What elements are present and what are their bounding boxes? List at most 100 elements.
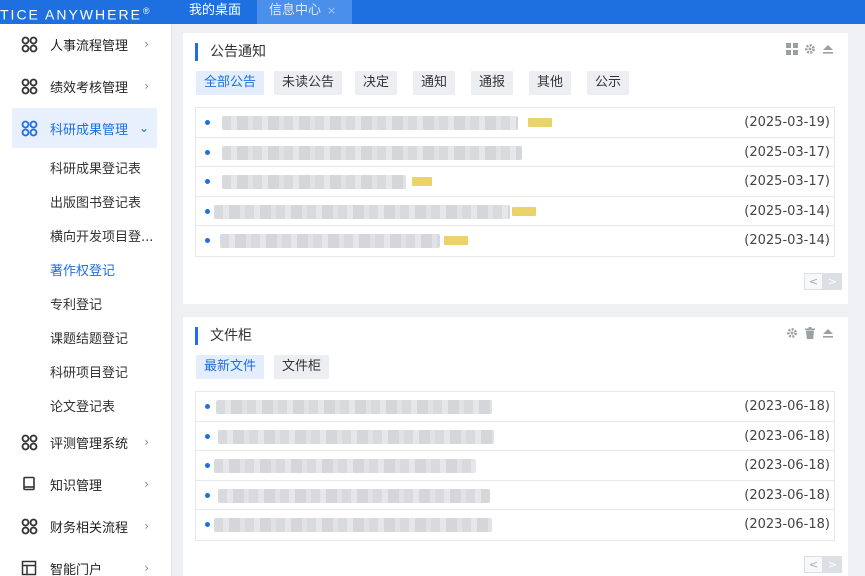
- filter-notice[interactable]: 通知: [413, 71, 456, 95]
- brand-registered-mark: ®: [142, 6, 152, 16]
- cluster-icon: [20, 77, 38, 95]
- filter-all-notices[interactable]: 全部公告: [196, 71, 265, 95]
- list-item[interactable]: (2025-03-17): [196, 167, 834, 197]
- sidebar-subitem[interactable]: 出版图书登记表: [50, 192, 141, 211]
- tab-my-desktop[interactable]: 我的桌面: [177, 0, 257, 24]
- sidebar-subitem[interactable]: 横向开发项目登...: [50, 226, 153, 245]
- notice-list: (2025-03-19) (2025-03-17) (2025-03-17) (…: [195, 107, 835, 257]
- redacted-title: [218, 429, 494, 444]
- sidebar-item-research[interactable]: 科研成果管理 ⌄: [12, 108, 157, 148]
- filter-latest-files[interactable]: 最新文件: [196, 355, 265, 379]
- item-date: (2023-06-18): [744, 399, 830, 414]
- trash-icon[interactable]: [804, 327, 816, 343]
- bullet-dot: [205, 238, 210, 243]
- brand-text: TICE ANYWHERE: [0, 6, 142, 23]
- redacted-title: [218, 488, 490, 503]
- filter-bulletin[interactable]: 通报: [471, 71, 514, 95]
- bullet-dot: [205, 433, 210, 439]
- sidebar-subitem[interactable]: 课题结题登记: [50, 328, 128, 347]
- close-icon[interactable]: ×: [327, 4, 336, 17]
- item-date: (2023-06-18): [744, 458, 830, 473]
- sidebar-item-performance[interactable]: 绩效考核管理 ›: [12, 66, 157, 106]
- sidebar-subitem-current[interactable]: 著作权登记: [50, 260, 115, 279]
- list-item[interactable]: (2023-06-18): [196, 422, 834, 451]
- next-page-button[interactable]: >: [823, 556, 842, 573]
- new-badge-icon: [528, 118, 552, 127]
- sidebar-item-knowledge[interactable]: 知识管理 ›: [12, 464, 157, 504]
- filter-publicity[interactable]: 公示: [587, 71, 630, 95]
- list-item[interactable]: (2023-06-18): [196, 481, 834, 510]
- sidebar-item-hr-process[interactable]: 人事流程管理 ›: [12, 24, 157, 64]
- chevron-down-icon: ⌄: [138, 121, 149, 135]
- list-item[interactable]: (2025-03-19): [196, 108, 834, 138]
- redacted-title: [214, 459, 476, 473]
- pagination: < >: [804, 556, 842, 573]
- sidebar-subitem[interactable]: 科研成果登记表: [50, 158, 141, 177]
- cluster-icon: [20, 517, 38, 535]
- redacted-title: [214, 518, 492, 532]
- bullet-dot: [205, 208, 210, 214]
- filter-unread[interactable]: 未读公告: [274, 71, 343, 95]
- chevron-right-icon: ›: [144, 477, 149, 491]
- redacted-title: [220, 234, 440, 248]
- panel-title: 公告通知: [195, 43, 266, 61]
- redacted-title: [216, 400, 492, 414]
- gear-icon[interactable]: [804, 43, 816, 59]
- cluster-icon: [20, 433, 38, 451]
- new-badge-icon: [444, 236, 468, 245]
- tab-label: 我的桌面: [189, 3, 242, 18]
- item-date: (2025-03-14): [744, 203, 830, 219]
- grid-icon[interactable]: [786, 43, 798, 59]
- sidebar-item-evaluation[interactable]: 评测管理系统 ›: [12, 422, 157, 462]
- prev-page-button[interactable]: <: [804, 556, 823, 573]
- bullet-dot: [205, 179, 210, 184]
- list-item[interactable]: (2023-06-18): [196, 510, 834, 540]
- sidebar-item-label: 人事流程管理: [50, 38, 129, 54]
- next-page-button[interactable]: >: [823, 273, 842, 290]
- filter-other[interactable]: 其他: [529, 71, 572, 95]
- portal-icon: [20, 559, 38, 576]
- filter-file-cabinet[interactable]: 文件柜: [274, 355, 330, 379]
- bullet-dot: [205, 404, 210, 409]
- panel-tools: [786, 327, 834, 343]
- file-cabinet-panel: 文件柜 最新文件 文件柜 (2023-06-18) (2023-06-18) (…: [183, 317, 848, 576]
- sidebar-item-label: 知识管理: [50, 478, 103, 494]
- filter-decision[interactable]: 决定: [355, 71, 398, 95]
- sidebar-item-finance[interactable]: 财务相关流程 ›: [12, 506, 157, 546]
- panel-tools: [786, 43, 834, 59]
- item-date: (2025-03-14): [744, 233, 830, 248]
- bullet-dot: [205, 463, 210, 468]
- sidebar-item-label: 科研成果管理: [50, 122, 129, 138]
- sidebar-subitem[interactable]: 科研项目登记: [50, 362, 128, 381]
- sidebar-subitem[interactable]: 论文登记表: [50, 396, 115, 415]
- book-icon: [20, 475, 38, 493]
- sidebar-item-portal[interactable]: 智能门户 ›: [12, 548, 157, 576]
- new-badge-icon: [412, 177, 432, 186]
- item-date: (2025-03-17): [744, 144, 830, 160]
- chevron-right-icon: ›: [144, 435, 149, 449]
- collapse-icon[interactable]: [822, 327, 834, 343]
- new-badge-icon: [512, 206, 536, 216]
- chevron-right-icon: ›: [144, 561, 149, 575]
- list-item[interactable]: (2025-03-14): [196, 197, 834, 226]
- list-item[interactable]: (2025-03-14): [196, 226, 834, 256]
- bullet-dot: [205, 120, 210, 125]
- notice-panel: 公告通知 全部公告 未读公告 决定 通知 通报 其他 公示 (2025-03-1…: [183, 33, 848, 304]
- pagination: < >: [804, 273, 842, 290]
- gear-icon[interactable]: [786, 327, 798, 343]
- top-bar: TICE ANYWHERE® 我的桌面 信息中心 ×: [0, 0, 865, 24]
- bullet-dot: [205, 522, 210, 527]
- item-date: (2025-03-19): [744, 115, 830, 130]
- sidebar-item-label: 绩效考核管理: [50, 80, 129, 96]
- collapse-icon[interactable]: [822, 43, 834, 59]
- sidebar-item-label: 智能门户: [50, 562, 103, 576]
- list-item[interactable]: (2023-06-18): [196, 451, 834, 481]
- list-item[interactable]: (2023-06-18): [196, 392, 834, 422]
- list-item[interactable]: (2025-03-17): [196, 138, 834, 167]
- prev-page-button[interactable]: <: [804, 273, 823, 290]
- file-list: (2023-06-18) (2023-06-18) (2023-06-18) (…: [195, 391, 835, 541]
- item-date: (2025-03-17): [744, 174, 830, 189]
- sidebar-subitem[interactable]: 专利登记: [50, 294, 102, 313]
- tab-info-center[interactable]: 信息中心 ×: [257, 0, 352, 24]
- cluster-icon: [20, 119, 38, 137]
